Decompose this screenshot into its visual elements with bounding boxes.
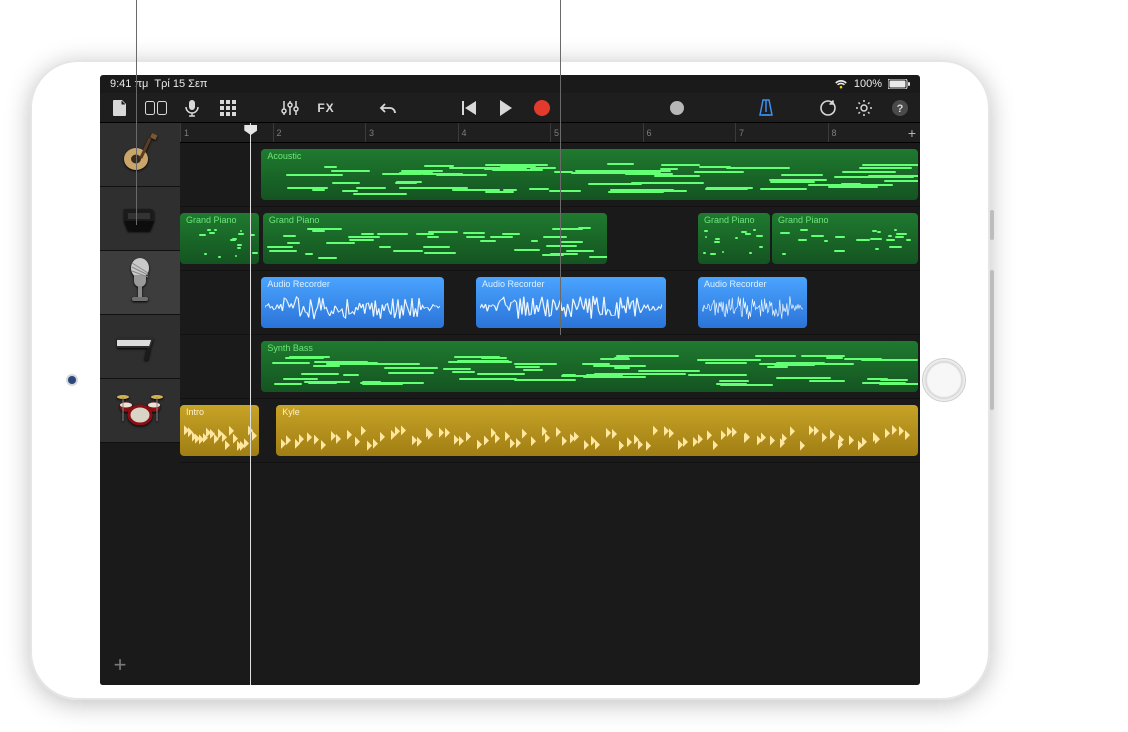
track-row-drums[interactable]: Intro Kyle [180,399,920,463]
home-button[interactable] [922,358,966,402]
camera-dot [68,376,76,384]
region[interactable]: Audio Recorder [476,277,666,328]
mic-track-icon [120,257,160,308]
region-label: Synth Bass [267,343,313,353]
region[interactable]: Synth Bass [261,341,918,392]
undo-button[interactable] [376,97,400,119]
callout-line-track [136,0,137,225]
track-row-mic[interactable]: Audio Recorder Audio Recorder Audio Record… [180,271,920,335]
region-label: Audio Recorder [267,279,330,289]
piano-icon [118,195,162,242]
mixer-button[interactable] [278,97,302,119]
region-label: Grand Piano [704,215,755,225]
region[interactable]: Intro [180,405,259,456]
track-headers: + [100,123,180,685]
status-time: 9:41 πμ [110,78,148,90]
ruler-mark: 3 [365,123,374,142]
track-row-piano[interactable]: Grand Piano Grand Piano Grand Piano Grand P… [180,207,920,271]
add-track-button[interactable]: + [100,645,140,685]
track-header-drums[interactable] [100,379,180,443]
region-label: Intro [186,407,204,417]
side-button-top [990,210,994,240]
battery-percent: 100% [854,78,882,90]
region[interactable]: Grand Piano [698,213,770,264]
tracks-area: + + 12345678 AcousticGrand PianoGrand Pi… [100,123,920,685]
ruler-mark: 7 [735,123,744,142]
side-button-volume [990,270,994,410]
region[interactable]: Grand Piano [263,213,607,264]
app-screen: 9:41 πμ Τρί 15 Σεπ 100% [100,75,920,685]
wifi-icon [834,79,848,89]
status-bar: 9:41 πμ Τρί 15 Σεπ 100% [100,75,920,93]
ruler-mark: 8 [828,123,837,142]
browser-toggle-button[interactable] [144,97,168,119]
ruler-mark: 1 [180,123,189,142]
track-header-mic[interactable] [100,251,180,315]
callout-line-region [560,0,561,335]
fx-button[interactable]: FX [314,97,338,119]
svg-text:?: ? [897,103,904,115]
region-label: Grand Piano [269,215,320,225]
ruler-mark: 6 [643,123,652,142]
instrument-grid-button[interactable] [216,97,240,119]
region[interactable]: Kyle [276,405,918,456]
track-row-synth[interactable]: Synth Bass [180,335,920,399]
region-label: Kyle [282,407,300,417]
playhead[interactable] [250,123,251,685]
timeline[interactable]: + 12345678 AcousticGrand PianoGrand Pian… [180,123,920,685]
track-row-acoustic[interactable]: Acoustic [180,143,920,207]
master-volume-slider[interactable] [612,97,742,119]
my-songs-button[interactable] [108,97,132,119]
guitar-icon [118,131,162,178]
ruler-mark: 5 [550,123,559,142]
mic-icon-button[interactable] [180,97,204,119]
play-button[interactable] [494,97,518,119]
track-header-acoustic[interactable] [100,123,180,187]
ruler-mark: 2 [273,123,282,142]
toolbar: FX [100,93,920,123]
settings-button[interactable] [852,97,876,119]
help-button[interactable]: ? [888,97,912,119]
region-label: Audio Recorder [482,279,545,289]
region-label: Audio Recorder [704,279,767,289]
status-date: Τρί 15 Σεπ [154,78,207,90]
drums-icon [117,391,163,430]
go-to-start-button[interactable] [458,97,482,119]
synth-icon [117,328,163,365]
add-section-button[interactable]: + [908,123,916,143]
region[interactable]: Audio Recorder [261,277,444,328]
track-header-piano[interactable] [100,187,180,251]
region-label: Grand Piano [778,215,829,225]
metronome-button[interactable] [754,97,778,119]
record-button[interactable] [530,96,554,120]
battery-icon [888,79,910,89]
loop-browser-button[interactable] [816,97,840,119]
region-label: Acoustic [267,151,301,161]
region-label: Grand Piano [186,215,237,225]
region[interactable]: Grand Piano [180,213,259,264]
track-header-synth[interactable] [100,315,180,379]
ipad-side-buttons [990,210,994,440]
ruler[interactable]: + 1 2 3 4 5 6 7 8 [180,123,920,143]
region[interactable]: Grand Piano [772,213,918,264]
region[interactable]: Audio Recorder [698,277,807,328]
region[interactable]: Acoustic [261,149,918,200]
ruler-mark: 4 [458,123,467,142]
ipad-frame: 9:41 πμ Τρί 15 Σεπ 100% [30,60,990,700]
